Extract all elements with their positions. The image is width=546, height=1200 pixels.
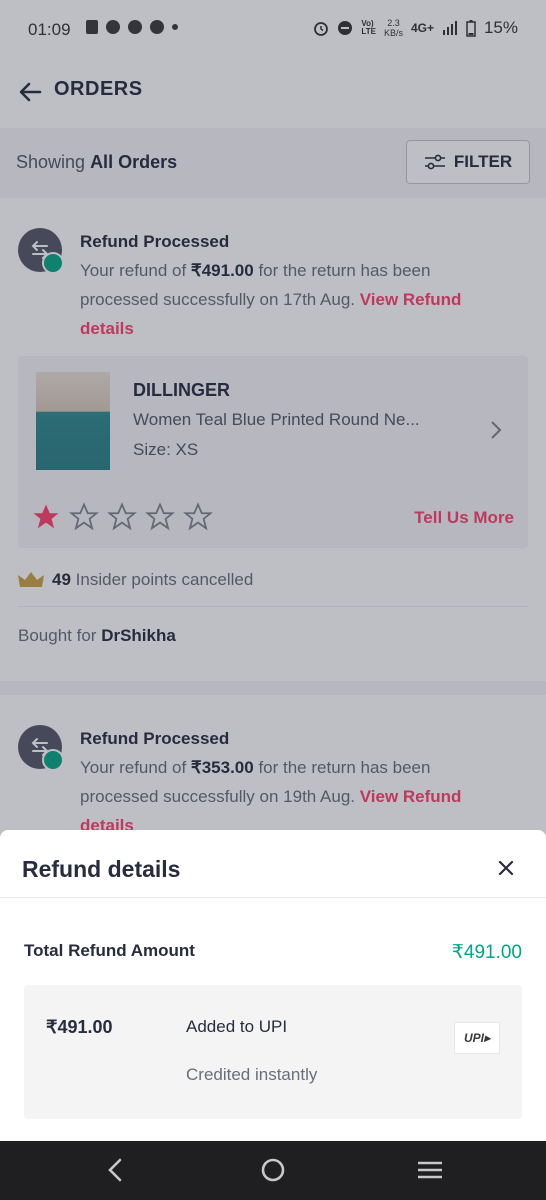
- total-refund-label: Total Refund Amount: [24, 941, 195, 960]
- refund-entry-amount: ₹491.00: [46, 1017, 113, 1037]
- divider: [0, 897, 546, 898]
- nav-back-icon[interactable]: [100, 1155, 130, 1185]
- close-icon[interactable]: [498, 860, 514, 876]
- refund-details-sheet: Refund details Total Refund Amount ₹491.…: [0, 830, 546, 1141]
- upi-logo-icon: UPI ▸: [454, 1022, 500, 1054]
- system-nav-bar: [0, 1141, 546, 1200]
- nav-home-icon[interactable]: [258, 1155, 288, 1185]
- sheet-title: Refund details: [22, 856, 181, 882]
- nav-menu-icon[interactable]: [415, 1155, 445, 1185]
- refund-entry-status: Credited instantly: [186, 1065, 318, 1084]
- upi-logo-text: UPI: [463, 1031, 484, 1045]
- total-refund-value: ₹491.00: [451, 942, 522, 963]
- refund-entry: ₹491.00 Added to UPI Credited instantly …: [24, 985, 522, 1119]
- refund-entry-mode: Added to UPI: [186, 1017, 288, 1036]
